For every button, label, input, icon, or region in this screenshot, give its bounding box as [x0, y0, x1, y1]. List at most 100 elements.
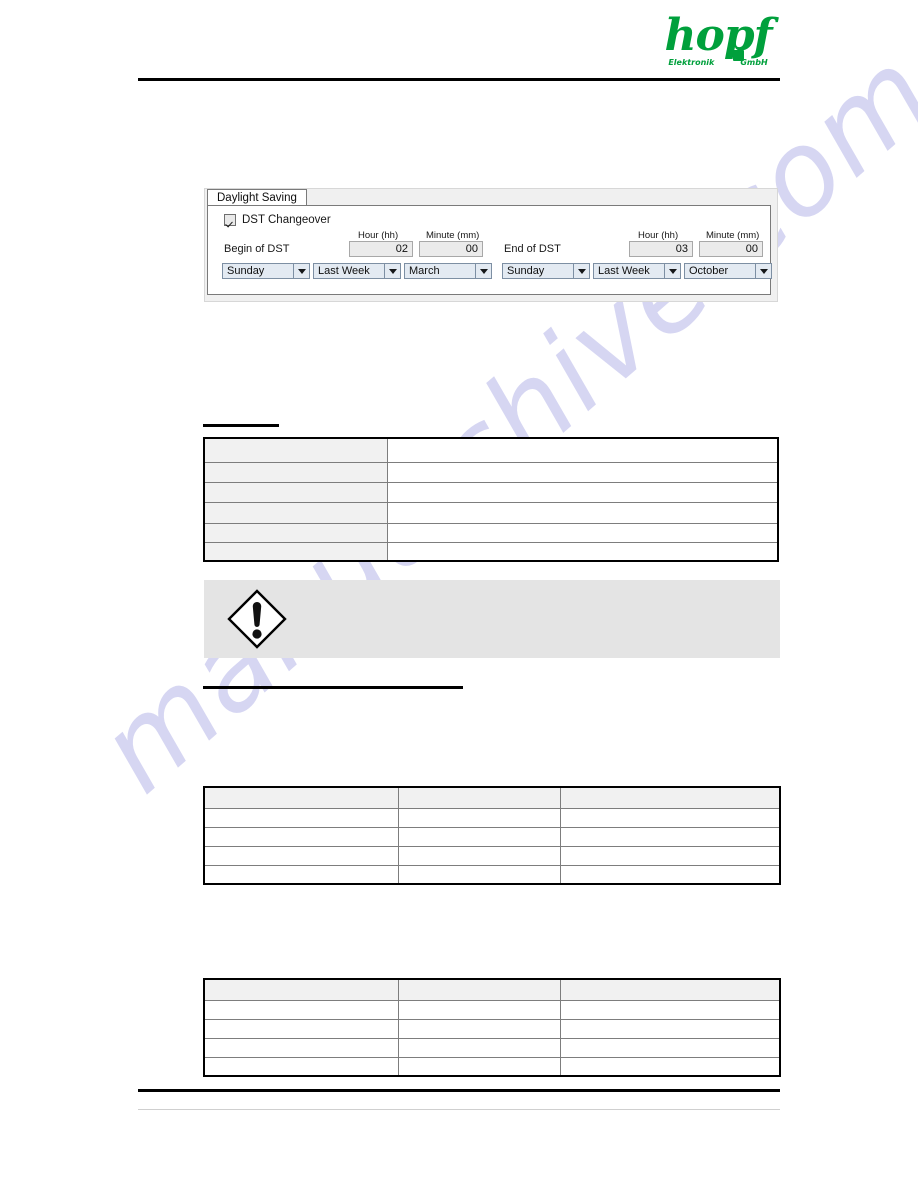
table-cell — [386, 437, 779, 463]
table-cell — [203, 522, 388, 543]
table-cell — [559, 786, 781, 809]
begin-of-dst-label: Begin of DST — [224, 243, 290, 255]
table-cell — [203, 481, 388, 503]
logo-subtitle: Elektronik GmbH — [648, 58, 788, 67]
end-hour-label: Hour (hh) — [638, 230, 679, 241]
data-table-three — [203, 978, 781, 1077]
end-hour-input[interactable]: 03 — [629, 241, 693, 257]
exclamation-diamond-icon — [227, 589, 287, 649]
table-row — [203, 461, 779, 483]
table-row — [203, 481, 779, 503]
chevron-down-icon[interactable] — [293, 263, 310, 279]
table-cell — [203, 437, 388, 463]
table-cell — [559, 999, 781, 1020]
logo-wordmark: hopf — [664, 10, 772, 61]
table-cell — [203, 826, 399, 847]
table-row — [203, 1056, 781, 1077]
table-row — [203, 437, 779, 463]
begin-weekday-dropdown[interactable]: Sunday — [222, 263, 310, 279]
warning-callout — [204, 580, 780, 658]
document-page: hopf Elektronik GmbH Daylight Saving DST… — [0, 0, 918, 1188]
table-cell — [397, 1056, 561, 1077]
dst-changeover-row[interactable]: DST Changeover — [224, 214, 331, 226]
begin-hour-label: Hour (hh) — [358, 230, 399, 241]
logo-subtitle-left: Elektronik — [668, 58, 715, 67]
table-row — [203, 999, 781, 1020]
table-row — [203, 807, 781, 828]
table-cell — [397, 786, 561, 809]
data-table-one — [203, 437, 779, 562]
table-row — [203, 786, 781, 809]
end-week-value: Last Week — [593, 263, 664, 279]
end-week-dropdown[interactable]: Last Week — [593, 263, 681, 279]
table-cell — [559, 978, 781, 1001]
section-heading-rule-1 — [203, 424, 279, 427]
table-cell — [203, 978, 399, 1001]
end-month-value: October — [684, 263, 755, 279]
dst-changeover-checkbox[interactable] — [224, 214, 236, 226]
table-cell — [203, 1018, 399, 1039]
table-cell — [386, 461, 779, 483]
tab-daylight-saving[interactable]: Daylight Saving — [207, 189, 307, 206]
table-row — [203, 522, 779, 543]
chevron-down-icon[interactable] — [755, 263, 772, 279]
end-minute-input[interactable]: 00 — [699, 241, 763, 257]
table-row — [203, 501, 779, 524]
end-of-dst-label: End of DST — [504, 243, 561, 255]
table-cell — [386, 481, 779, 503]
table-cell — [203, 1037, 399, 1058]
table-row — [203, 1018, 781, 1039]
table-cell — [203, 845, 399, 866]
table-cell — [559, 1056, 781, 1077]
table-cell — [397, 864, 561, 885]
table-cell — [386, 522, 779, 543]
table-cell — [203, 541, 388, 562]
daylight-saving-panel: Daylight Saving DST Changeover Hour (hh)… — [204, 188, 778, 302]
table-cell — [559, 845, 781, 866]
table-cell — [203, 461, 388, 483]
table-cell — [397, 807, 561, 828]
begin-month-dropdown[interactable]: March — [404, 263, 492, 279]
end-weekday-dropdown[interactable]: Sunday — [502, 263, 590, 279]
table-cell — [397, 1037, 561, 1058]
table-cell — [203, 999, 399, 1020]
begin-week-dropdown[interactable]: Last Week — [313, 263, 401, 279]
table-cell — [203, 501, 388, 524]
table-cell — [397, 999, 561, 1020]
header-rule — [138, 78, 780, 81]
chevron-down-icon[interactable] — [664, 263, 681, 279]
table-cell — [386, 501, 779, 524]
dst-group-box: DST Changeover Hour (hh) Minute (mm) Beg… — [207, 205, 772, 295]
table-cell — [559, 807, 781, 828]
tab-strip: Daylight Saving — [205, 189, 779, 206]
chevron-down-icon[interactable] — [573, 263, 590, 279]
begin-minute-input[interactable]: 00 — [419, 241, 483, 257]
dst-changeover-label: DST Changeover — [242, 214, 331, 226]
table-cell — [397, 845, 561, 866]
table-row — [203, 864, 781, 885]
footer-rule-thin — [138, 1109, 780, 1110]
end-minute-label: Minute (mm) — [706, 230, 760, 241]
begin-weekday-value: Sunday — [222, 263, 293, 279]
footer-rule-thick — [138, 1089, 780, 1092]
table-cell — [559, 826, 781, 847]
table-three-body — [203, 978, 781, 1077]
table-cell — [203, 786, 399, 809]
table-cell — [203, 1056, 399, 1077]
table-row — [203, 826, 781, 847]
begin-minute-label: Minute (mm) — [426, 230, 480, 241]
table-cell — [386, 541, 779, 562]
table-cell — [559, 1018, 781, 1039]
table-cell — [397, 826, 561, 847]
table-row — [203, 978, 781, 1001]
section-heading-rule-2 — [203, 686, 463, 689]
end-month-dropdown[interactable]: October — [684, 263, 772, 279]
table-row — [203, 845, 781, 866]
begin-month-value: March — [404, 263, 475, 279]
chevron-down-icon[interactable] — [384, 263, 401, 279]
data-table-two — [203, 786, 781, 885]
chevron-down-icon[interactable] — [475, 263, 492, 279]
begin-hour-input[interactable]: 02 — [349, 241, 413, 257]
table-cell — [203, 807, 399, 828]
logo-subtitle-right: GmbH — [740, 58, 768, 67]
